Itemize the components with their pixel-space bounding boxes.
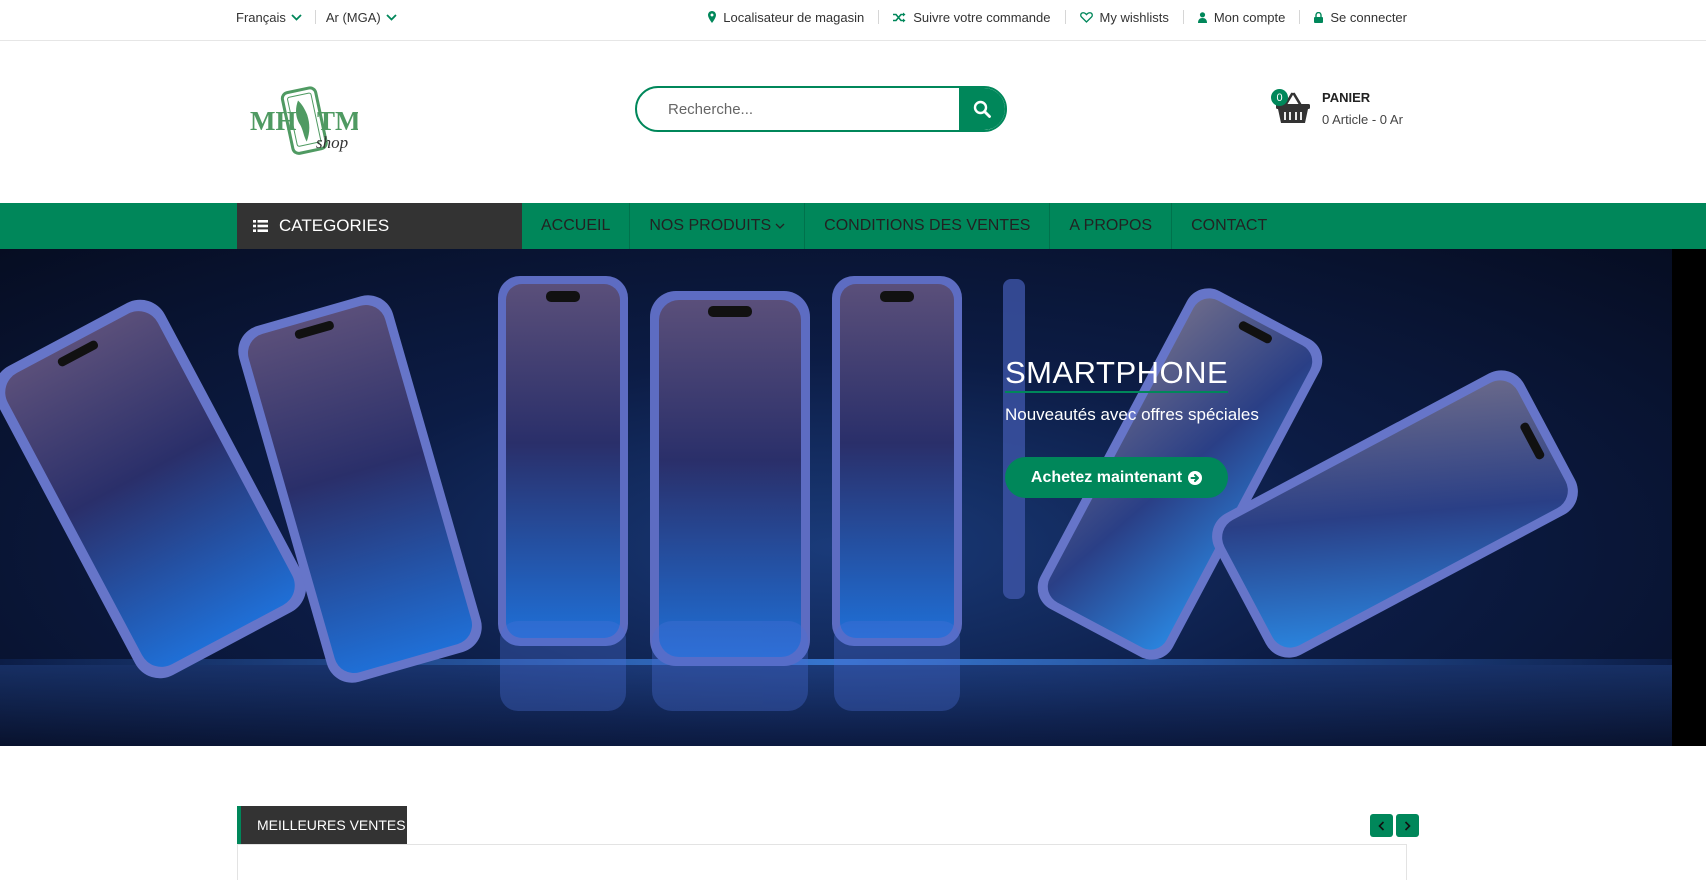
smartphones-image [0, 276, 1578, 711]
top-links: Localisateur de magasin Suivre votre com… [708, 0, 1407, 34]
map-marker-icon [708, 11, 717, 23]
cart-count-badge: 0 [1271, 89, 1288, 106]
cart-summary: 0 Article - 0 Ar [1322, 112, 1403, 127]
chevron-down-icon [386, 13, 397, 21]
chevron-down-icon [775, 223, 785, 229]
best-sellers-label: MEILLEURES VENTES [257, 817, 406, 833]
shop-now-button[interactable]: Achetez maintenant [1005, 457, 1228, 498]
chevron-left-icon [1378, 820, 1385, 831]
arrow-circle-right-icon [1188, 470, 1203, 485]
divider [1182, 10, 1184, 24]
site-logo[interactable]: MH TM shop [248, 86, 361, 160]
nav-item-label: ACCUEIL [541, 217, 611, 234]
top-bar: Français Ar (MGA) Localisateur de magasi… [0, 0, 1706, 41]
chevron-down-icon [291, 13, 302, 21]
account-link[interactable]: Mon compte [1197, 9, 1286, 25]
heart-icon [1079, 11, 1093, 23]
svg-text:shop: shop [316, 133, 348, 152]
locale-selectors: Français Ar (MGA) [236, 0, 397, 34]
wishlists-link[interactable]: My wishlists [1079, 9, 1169, 25]
search-icon [973, 100, 991, 118]
svg-text:MH: MH [250, 106, 297, 136]
cart-widget[interactable]: 0 PANIER 0 Article - 0 Ar [1271, 88, 1410, 132]
user-icon [1197, 11, 1207, 23]
nav-menu: ACCUEIL NOS PRODUITS CONDITIONS DES VENT… [522, 203, 1286, 249]
track-order-link[interactable]: Suivre votre commande [893, 9, 1051, 25]
categories-button[interactable]: CATEGORIES [237, 203, 522, 249]
list-icon [253, 220, 268, 232]
language-selector[interactable]: Français [236, 10, 302, 25]
nav-item-label: NOS PRODUITS [649, 217, 772, 234]
shop-now-label: Achetez maintenant [1030, 468, 1183, 486]
store-locator-label: Localisateur de magasin [723, 9, 865, 25]
nav-item-label: CONDITIONS DES VENTES [824, 217, 1031, 234]
shuffle-icon [893, 12, 906, 22]
divider [314, 10, 316, 24]
carousel-next-button[interactable] [1396, 814, 1419, 837]
nav-item-conditions-des-ventes[interactable]: CONDITIONS DES VENTES [805, 203, 1051, 249]
cart-title: PANIER [1322, 90, 1371, 105]
login-link[interactable]: Se connecter [1314, 10, 1407, 25]
best-sellers-panel [237, 844, 1407, 880]
nav-item-accueil[interactable]: ACCUEIL [522, 203, 631, 249]
nav-item-label: A PROPOS [1069, 217, 1153, 234]
login-label: Se connecter [1330, 9, 1407, 25]
currency-label: Ar (MGA) [325, 9, 381, 25]
divider [1064, 10, 1066, 24]
account-label: Mon compte [1213, 9, 1286, 25]
divider [878, 10, 880, 24]
hero-subtitle: Nouveautés avec offres spéciales [1005, 405, 1259, 424]
search-bar [635, 86, 1007, 132]
nav-item-a-propos[interactable]: A PROPOS [1050, 203, 1173, 249]
nav-item-nos-produits[interactable]: NOS PRODUITS [630, 203, 806, 249]
hero-banner: SMARTPHONE Nouveautés avec offres spécia… [0, 249, 1706, 746]
hero-title: SMARTPHONE [1005, 355, 1229, 393]
carousel-arrows [1370, 814, 1419, 837]
nav-item-label: CONTACT [1191, 217, 1268, 234]
lock-icon [1314, 11, 1324, 23]
wishlists-label: My wishlists [1099, 9, 1169, 25]
best-sellers-tab[interactable]: MEILLEURES VENTES [237, 806, 407, 844]
carousel-prev-button[interactable] [1370, 814, 1393, 837]
svg-text:TM: TM [317, 106, 358, 136]
language-label: Français [236, 9, 286, 25]
currency-selector[interactable]: Ar (MGA) [326, 10, 397, 25]
divider [1299, 10, 1301, 24]
nav-item-contact[interactable]: CONTACT [1172, 203, 1286, 249]
chevron-right-icon [1404, 820, 1411, 831]
main-nav: CATEGORIES ACCUEIL NOS PRODUITS CONDITIO… [0, 203, 1706, 249]
categories-label: CATEGORIES [279, 216, 390, 235]
track-order-label: Suivre votre commande [913, 9, 1051, 25]
store-locator-link[interactable]: Localisateur de magasin [708, 10, 864, 25]
search-input[interactable] [637, 88, 961, 130]
search-button[interactable] [959, 88, 1005, 130]
